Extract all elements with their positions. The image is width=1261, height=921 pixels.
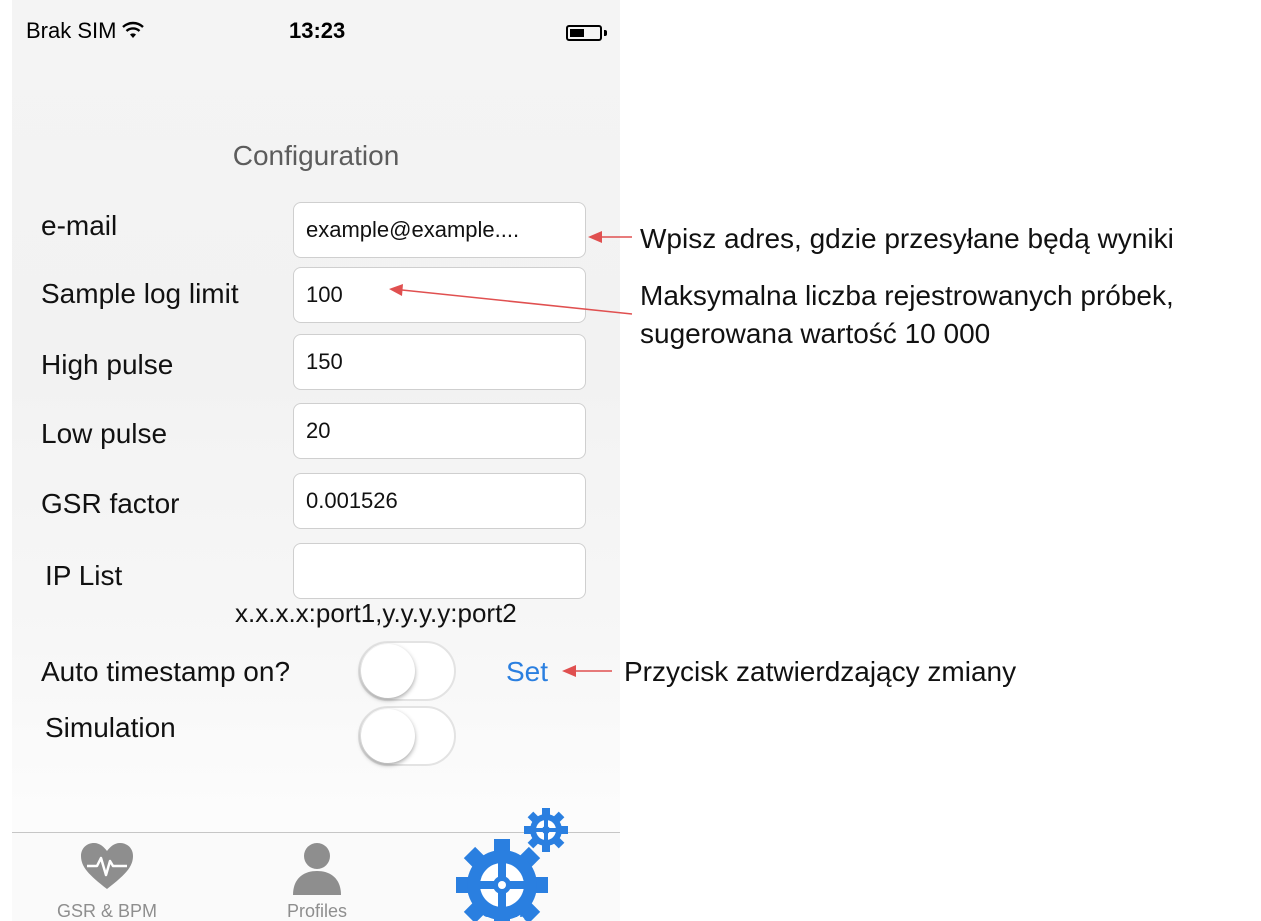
email-annotation: Wpisz adres, gdzie przesyłane będą wynik…	[640, 223, 1174, 254]
person-icon	[293, 843, 341, 895]
phone-screen: Brak SIM 13:23 Configuration e-mail Samp…	[12, 0, 620, 921]
auto-timestamp-label: Auto timestamp on?	[41, 656, 291, 687]
simulation-label: Simulation	[45, 712, 176, 743]
limit-annotation-line2: sugerowana wartość 10 000	[640, 318, 991, 349]
ip-list-hint: x.x.x.x:port1,y.y.y.y:port2	[235, 598, 517, 628]
ip-list-field[interactable]	[293, 543, 586, 599]
auto-timestamp-toggle[interactable]	[358, 641, 456, 701]
email-field[interactable]	[293, 202, 586, 258]
low-pulse-field[interactable]	[293, 403, 586, 459]
tab-gsr-bpm[interactable]: GSR & BPM	[12, 833, 202, 921]
high-pulse-field[interactable]	[293, 334, 586, 390]
carrier-label: Brak SIM	[26, 18, 117, 43]
limit-annotation-line1: Maksymalna liczba rejestrowanych próbek,	[640, 280, 1174, 311]
tab-label: Profiles	[286, 901, 348, 921]
set-annotation: Przycisk zatwierdzający zmiany	[624, 656, 1017, 687]
ip-list-label: IP List	[45, 560, 123, 591]
page-title: Configuration	[232, 140, 400, 171]
simulation-toggle[interactable]	[358, 706, 456, 766]
status-time: 13:23	[289, 18, 346, 43]
battery-icon	[566, 25, 602, 41]
gsr-factor-field[interactable]	[293, 473, 586, 529]
tab-label: GSR & BPM	[56, 901, 158, 921]
tab-config[interactable]: Config	[412, 833, 602, 921]
small-gear-icon	[524, 808, 568, 852]
wifi-icon	[122, 21, 144, 38]
toggle-knob	[361, 644, 415, 698]
sample-log-limit-label: Sample log limit	[41, 278, 239, 309]
battery-tip	[604, 30, 607, 36]
set-button[interactable]: Set	[506, 656, 548, 688]
low-pulse-label: Low pulse	[41, 418, 168, 449]
email-label: e-mail	[41, 210, 118, 241]
tab-profiles[interactable]: Profiles	[222, 833, 412, 921]
status-bar: Brak SIM 13:23	[12, 0, 620, 60]
heart-pulse-icon	[81, 843, 133, 889]
sample-log-limit-field[interactable]	[293, 267, 586, 323]
toggle-knob	[361, 709, 415, 763]
high-pulse-label: High pulse	[41, 349, 174, 380]
gsr-factor-label: GSR factor	[41, 488, 180, 519]
